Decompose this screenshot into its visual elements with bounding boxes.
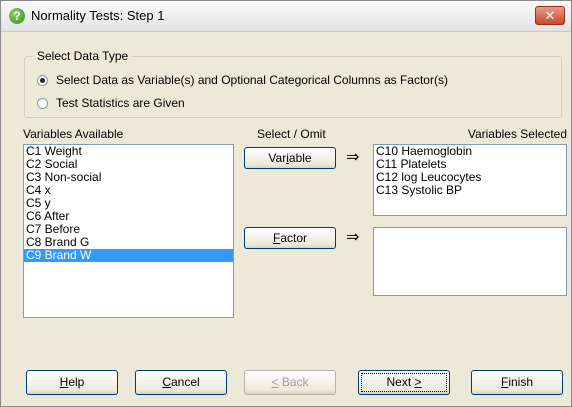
list-item[interactable]: C4 x	[24, 184, 233, 197]
next-button[interactable]: Next >	[358, 370, 450, 395]
radio-option-statistics-label: Test Statistics are Given	[56, 96, 185, 110]
variable-button[interactable]: Variable	[244, 147, 336, 169]
cancel-button[interactable]: Cancel	[135, 370, 227, 395]
selected-factors-list[interactable]	[373, 227, 567, 296]
finish-button[interactable]: Finish	[471, 370, 563, 395]
radio-button-checked[interactable]	[37, 74, 48, 86]
help-button[interactable]: Help	[26, 370, 118, 395]
variables-available-header: Variables Available	[23, 127, 124, 141]
title-bar[interactable]: ? Normality Tests: Step 1 ✕	[1, 1, 571, 32]
back-button[interactable]: < Back	[244, 370, 336, 395]
factor-arrow-icon: ⇒	[346, 229, 360, 246]
radio-button-unchecked[interactable]	[37, 97, 48, 109]
available-variables-list[interactable]: C1 Weight C2 Social C3 Non-social C4 x C5 yC…	[23, 144, 234, 318]
select-omit-header: Select / Omit	[257, 127, 326, 141]
close-button[interactable]: ✕	[535, 6, 565, 25]
data-type-legend: Select Data Type	[33, 49, 133, 63]
list-item[interactable]: C9 Brand W	[24, 249, 233, 262]
radio-option-statistics[interactable]: Test Statistics are Given	[37, 96, 185, 110]
variable-arrow-icon: ⇒	[346, 149, 360, 166]
window-title: Normality Tests: Step 1	[31, 8, 165, 23]
dialog-window: ? Normality Tests: Step 1 ✕ Select Data …	[0, 0, 572, 407]
radio-option-variables-label: Select Data as Variable(s) and Optional …	[56, 73, 448, 87]
help-question-icon: ?	[9, 8, 25, 24]
list-item[interactable]: C3 Non-social	[24, 171, 233, 184]
selected-variables-list[interactable]: C10 Haemoglobin C11 Platelets C12 log Leuc…	[373, 144, 567, 216]
list-item[interactable]: C13 Systolic BP	[374, 184, 566, 197]
radio-option-variables[interactable]: Select Data as Variable(s) and Optional …	[37, 73, 448, 87]
variables-selected-header: Variables Selected	[467, 127, 567, 141]
factor-button[interactable]: Factor	[244, 227, 336, 249]
